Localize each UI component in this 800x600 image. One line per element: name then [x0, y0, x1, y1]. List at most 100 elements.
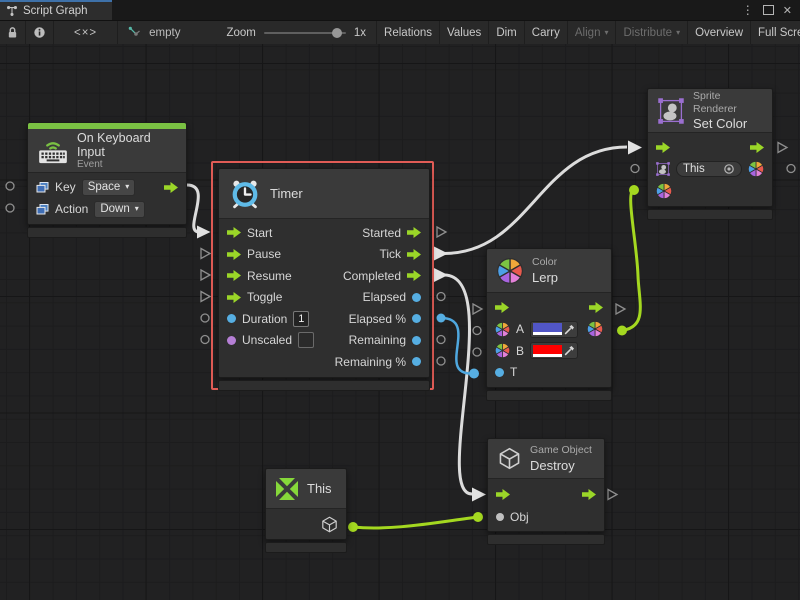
flow-in-arrow-icon[interactable] [495, 302, 509, 313]
value-port-dot[interactable] [412, 293, 421, 302]
key-dropdown[interactable]: Space ▾ [82, 179, 136, 196]
color-wheel-icon[interactable] [656, 183, 672, 199]
destroy-flow-in-port[interactable] [472, 488, 486, 502]
window-menu-icon[interactable]: ⋮ [742, 3, 754, 17]
destroy-flow-out-port[interactable] [608, 490, 617, 500]
timer-elapsed-pct-port[interactable] [437, 314, 446, 323]
flow-out-arrow-icon[interactable] [407, 270, 421, 281]
node-footer [487, 534, 605, 545]
keyboard-action-ext-port[interactable] [6, 204, 14, 212]
window-event-icon [36, 204, 49, 215]
color-a-value [533, 323, 562, 335]
object-picker-icon[interactable] [723, 163, 735, 175]
node-this[interactable]: This [265, 468, 347, 553]
value-port-dot[interactable] [227, 336, 236, 345]
node-color-lerp[interactable]: Color Lerp A [486, 248, 612, 401]
setcolor-flow-out-port[interactable] [778, 143, 787, 153]
distribute-button[interactable]: Distribute ▾ [616, 21, 688, 44]
zoom-slider-handle[interactable] [332, 28, 342, 38]
timer-elapsed-port[interactable] [437, 293, 445, 301]
fullscreen-button[interactable]: Full Screen [751, 21, 800, 44]
lerp-result-out-port[interactable] [617, 326, 627, 336]
flow-in-arrow-icon[interactable] [227, 270, 241, 281]
lock-button[interactable] [0, 21, 26, 44]
eyedropper-icon[interactable] [564, 345, 575, 356]
relations-button[interactable]: Relations [377, 21, 440, 44]
code-preview-button[interactable]: <×> [54, 21, 118, 44]
wire-tick-to-setcolor[interactable] [444, 147, 627, 254]
setcolor-color-in-port[interactable] [629, 185, 639, 195]
values-button[interactable]: Values [440, 21, 489, 44]
tab-script-graph[interactable]: Script Graph [0, 0, 112, 20]
flow-in-arrow-icon[interactable] [227, 227, 241, 238]
flow-out-arrow-icon[interactable] [407, 249, 421, 260]
flow-in-arrow-icon[interactable] [496, 489, 510, 500]
lerp-flow-in-port[interactable] [473, 304, 482, 314]
info-button[interactable] [26, 21, 54, 44]
color-a-swatch[interactable] [530, 321, 578, 338]
setcolor-result-port[interactable] [787, 165, 795, 173]
game-object-cube-icon[interactable] [321, 516, 338, 533]
timer-tick-port[interactable] [434, 247, 448, 261]
flow-in-arrow-icon[interactable] [227, 292, 241, 303]
destroy-obj-in-port[interactable] [473, 512, 483, 522]
lerp-flow-out-port[interactable] [616, 304, 625, 314]
align-button[interactable]: Align ▾ [568, 21, 617, 44]
target-object-field[interactable]: This [676, 161, 742, 177]
unscaled-checkbox[interactable] [298, 332, 314, 348]
timer-unscaled-port[interactable] [201, 336, 209, 344]
value-port-dot[interactable] [412, 314, 421, 323]
node-on-keyboard-input[interactable]: On Keyboard Input Event Key Space ▾ [27, 122, 187, 238]
port-label: A [516, 322, 524, 336]
wire-keyboard-to-timer-start[interactable] [187, 185, 199, 232]
duration-input[interactable]: 1 [293, 311, 309, 327]
wire-completed-to-destroy[interactable] [444, 275, 472, 494]
flow-out-arrow-icon[interactable] [750, 142, 764, 153]
keyboard-key-ext-port[interactable] [6, 182, 14, 190]
lerp-a-port[interactable] [473, 327, 481, 335]
timer-pause-port[interactable] [201, 249, 210, 259]
node-set-color[interactable]: Sprite Renderer Set Color This [647, 88, 773, 220]
window-maximize-icon[interactable] [763, 5, 774, 15]
action-label: Action [55, 202, 88, 216]
carry-button[interactable]: Carry [525, 21, 568, 44]
wire-this-to-destroy-obj[interactable] [353, 517, 478, 528]
setcolor-target-port[interactable] [631, 165, 639, 173]
lerp-t-in-port[interactable] [469, 369, 479, 379]
window-close-icon[interactable]: ✕ [783, 4, 792, 17]
flow-in-arrow-icon[interactable] [656, 142, 670, 153]
eyedropper-icon[interactable] [564, 324, 575, 335]
graph-canvas[interactable]: On Keyboard Input Event Key Space ▾ [0, 44, 800, 600]
action-dropdown[interactable]: Down ▾ [94, 201, 144, 218]
zoom-slider[interactable] [264, 32, 346, 34]
node-supertitle: Color [532, 256, 558, 269]
timer-start-port[interactable] [197, 226, 211, 239]
value-port-dot[interactable] [227, 314, 236, 323]
timer-duration-port[interactable] [201, 314, 209, 322]
dim-button[interactable]: Dim [489, 21, 524, 44]
node-destroy[interactable]: Game Object Destroy Obj [487, 438, 605, 545]
value-port-dot[interactable] [495, 368, 504, 377]
value-port-dot[interactable] [412, 357, 421, 366]
timer-resume-port[interactable] [201, 270, 210, 280]
flow-out-arrow-icon[interactable] [589, 302, 603, 313]
timer-remaining-pct-port[interactable] [437, 357, 445, 365]
flow-out-arrow-icon[interactable] [407, 227, 421, 238]
overview-button[interactable]: Overview [688, 21, 751, 44]
flow-out-arrow-icon[interactable] [582, 489, 596, 500]
node-timer[interactable]: Timer Start Started Pause Tick R [218, 168, 430, 391]
lerp-b-port[interactable] [473, 348, 481, 356]
color-wheel-icon[interactable] [587, 321, 603, 337]
timer-remaining-port[interactable] [437, 336, 445, 344]
timer-started-port[interactable] [437, 227, 446, 237]
value-port-dot[interactable] [412, 336, 421, 345]
flow-in-arrow-icon[interactable] [227, 249, 241, 260]
setcolor-flow-in-port[interactable] [628, 141, 642, 155]
flow-out-arrow-icon[interactable] [164, 182, 178, 193]
value-port-dot[interactable] [496, 513, 504, 521]
color-b-swatch[interactable] [530, 342, 578, 359]
color-wheel-icon[interactable] [748, 161, 764, 177]
timer-toggle-port[interactable] [201, 292, 210, 302]
timer-completed-port[interactable] [434, 268, 448, 282]
this-out-port[interactable] [348, 522, 358, 532]
